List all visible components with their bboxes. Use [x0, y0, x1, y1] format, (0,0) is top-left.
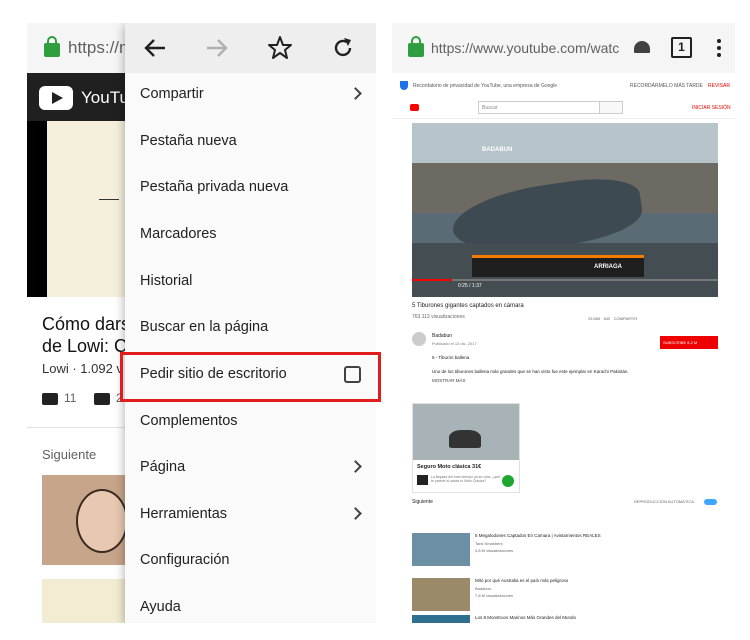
related-chan: Badabun [475, 586, 492, 591]
menu-item-label: Buscar en la página [140, 319, 269, 335]
video-ad-overlay[interactable]: ARRIAGA [472, 255, 644, 277]
chevron-right-icon [349, 507, 362, 520]
highlight-box [120, 352, 381, 402]
share-button[interactable]: COMPARTIR [614, 316, 638, 321]
thumbs-down-icon[interactable] [93, 392, 110, 405]
reload-icon[interactable] [331, 36, 355, 60]
privacy-banner: Recordatorio de privacidad de YouTube, u… [392, 75, 735, 97]
menu-toolbar [125, 23, 376, 73]
like-bar: 11 2 [42, 391, 123, 405]
video-title: 5 Tiburones gigantes captados en cámara [412, 303, 524, 309]
left-screenshot-panel: https://m. YouTub Cómo dars de Lowi: Co … [27, 23, 376, 623]
right-screenshot-panel: https://www.youtube.com/watc 1 Recordato… [392, 23, 735, 623]
menu-item-label: Herramientas [140, 506, 228, 522]
video-actions: 25.865 640 COMPARTIR [588, 316, 637, 321]
dislike-button[interactable]: 640 [604, 316, 611, 321]
menu-item[interactable]: Página [125, 446, 376, 492]
url-text[interactable]: https://www.youtube.com/watc [431, 40, 629, 56]
search-input[interactable]: Buscar [478, 101, 618, 114]
star-bookmark-icon[interactable] [267, 35, 293, 61]
youtube-logo-icon[interactable] [410, 104, 419, 111]
sign-in-button[interactable]: INICIAR SESIÓN [692, 105, 731, 111]
menu-item-label: Pestaña privada nueva [140, 179, 289, 195]
shield-icon [400, 81, 408, 90]
menu-item[interactable]: Ayuda [125, 586, 376, 623]
menu-item[interactable]: Herramientas [125, 493, 376, 539]
menu-item[interactable]: Pestaña nueva [125, 120, 376, 166]
lock-icon [44, 36, 60, 57]
related-video[interactable]: Mitó por qué Australia es el país más pe… [412, 578, 718, 616]
search-button[interactable] [599, 101, 623, 114]
related-views: 7,8 M visualizaciones [475, 593, 514, 598]
forward-arrow-icon[interactable] [205, 37, 229, 59]
youtube-header: Buscar INICIAR SESIÓN [392, 97, 735, 119]
like-count: 11 [64, 391, 77, 405]
lock-icon [408, 36, 424, 57]
subscribe-button[interactable]: SUBSCRIBE 8,2 M [660, 336, 718, 349]
menu-item-label: Ayuda [140, 599, 181, 615]
related-thumbnail[interactable] [412, 578, 470, 611]
description-line: Uno de los tiburones ballena más grandes… [432, 369, 629, 374]
related-title: Mitó por qué Australia es el país más pe… [475, 578, 569, 583]
privacy-text: Recordatorio de privacidad de YouTube, u… [413, 83, 558, 89]
related-title: 5 Megalodones Captados En Camara | Avist… [475, 533, 601, 538]
menu-item-label: Pestaña nueva [140, 133, 237, 149]
channel-watermark: BADABUN [482, 147, 513, 153]
menu-item[interactable]: Compartir [125, 73, 376, 119]
menu-item[interactable]: Buscar en la página [125, 306, 376, 352]
related-video[interactable]: Los 8 Monstruos Marinos Más Grandes del … [412, 615, 718, 623]
menu-item-label: Historial [140, 273, 193, 289]
ad-subtitle: La llegada del buen tiempo ya se nota, ¿… [431, 475, 501, 483]
menu-item-label: Compartir [140, 86, 204, 102]
remind-later-button[interactable]: RECORDÁRMELO MÁS TARDE [630, 83, 703, 89]
autoplay-label: REPRODUCCIÓN AUTOMÁTICA [634, 499, 694, 504]
menu-item[interactable]: Configuración [125, 539, 376, 585]
view-count: 763.113 visualizaciones [412, 314, 465, 320]
related-title: Los 8 Monstruos Marinos Más Grandes del … [475, 615, 577, 620]
avatar[interactable] [412, 332, 426, 346]
publish-date: Publicado el 13 dic. 2017 [432, 341, 477, 346]
menu-item[interactable]: Historial [125, 260, 376, 306]
progress-bar[interactable] [412, 279, 718, 281]
review-button[interactable]: REVISAR [708, 83, 730, 89]
ad-card[interactable]: Seguro Moto clásica 31€ La llegada del b… [412, 403, 520, 493]
back-arrow-icon[interactable] [143, 37, 167, 59]
ad-title: Seguro Moto clásica 31€ [417, 464, 482, 470]
channel-line: Lowi · 1.092 v [42, 361, 123, 376]
next-label: Siguiente [42, 447, 97, 462]
ad-image [413, 404, 519, 460]
menu-item-label: Página [140, 459, 186, 475]
tab-count-button[interactable]: 1 [671, 37, 692, 58]
chevron-right-icon [349, 460, 362, 473]
ad-go-button[interactable] [502, 475, 514, 487]
menu-item-label: Marcadores [140, 226, 217, 242]
menu-item[interactable]: Marcadores [125, 213, 376, 259]
related-thumbnail[interactable] [412, 615, 470, 623]
overflow-menu-icon[interactable] [717, 39, 721, 57]
menu-item-label: Configuración [140, 552, 230, 568]
menu-item[interactable]: Pestaña privada nueva [125, 166, 376, 212]
video-player[interactable]: ARRIAGA BADABUN 0:25 / 1:37 [412, 123, 718, 297]
thumbs-up-icon[interactable] [42, 392, 58, 405]
related-video[interactable]: 5 Megalodones Captados En Camara | Avist… [412, 533, 718, 571]
ad-logo-icon [417, 475, 428, 485]
related-thumbnail[interactable] [412, 533, 470, 566]
chevron-right-icon [349, 87, 362, 100]
address-bar[interactable]: https://www.youtube.com/watc 1 [392, 23, 735, 73]
autoplay-toggle[interactable] [704, 499, 717, 505]
menu-item-label: Complementos [140, 413, 238, 429]
next-label: Siguiente [412, 499, 433, 505]
menu-item[interactable]: Complementos [125, 400, 376, 446]
channel-name[interactable]: Badabun [432, 333, 452, 339]
like-button[interactable]: 25.865 [588, 316, 600, 321]
show-more-button[interactable]: MOSTRAR MÁS [432, 378, 466, 383]
android-icon[interactable] [634, 41, 650, 53]
description-line: 5 - Tiburón ballena [432, 355, 470, 360]
time-display: 0:25 / 1:37 [458, 283, 482, 289]
browser-menu: Compartir Pestaña nueva Pestaña privada nu… [125, 23, 376, 623]
youtube-logo-icon[interactable] [39, 86, 73, 110]
related-views: 4,8 M visualizaciones [475, 548, 514, 553]
related-chan: Tank Smashers [475, 541, 503, 546]
